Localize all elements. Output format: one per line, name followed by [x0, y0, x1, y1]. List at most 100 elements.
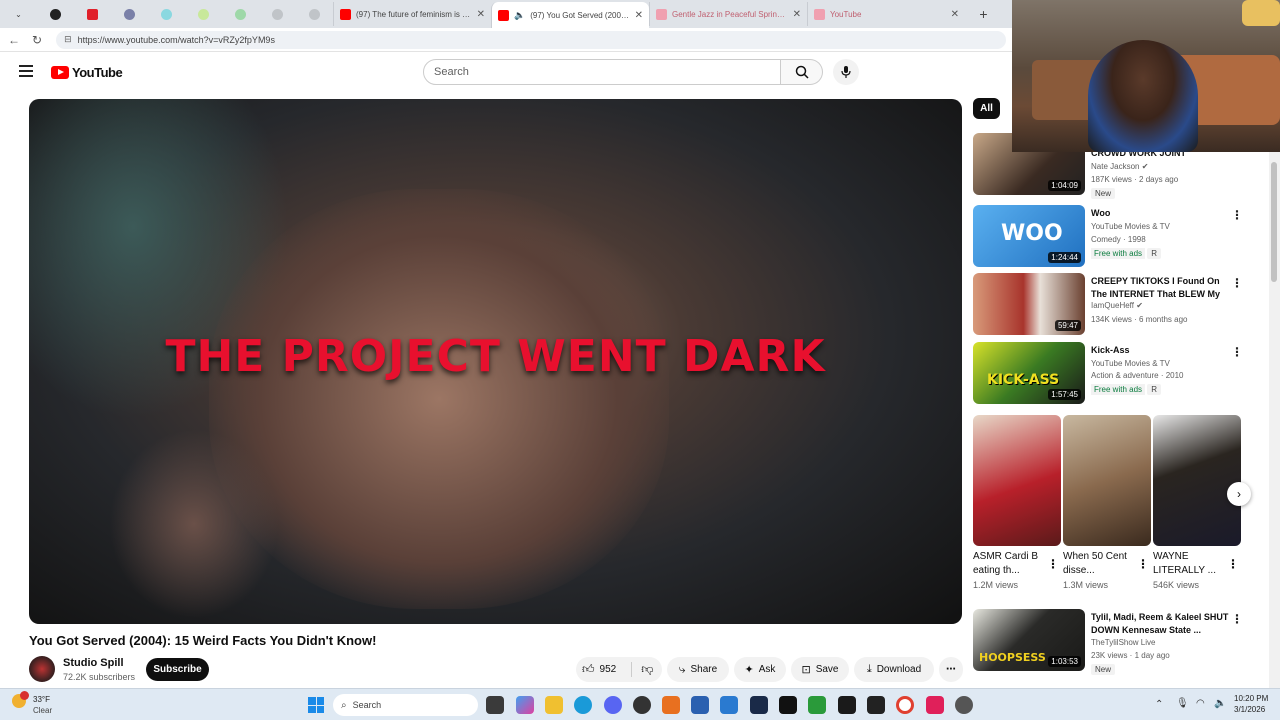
- share-button[interactable]: ⤷ Share: [667, 657, 729, 682]
- like-count[interactable]: 952: [600, 664, 617, 675]
- tab-feminism[interactable]: (97) The future of feminism is goi ✕: [333, 2, 491, 26]
- app-icon[interactable]: [662, 696, 680, 714]
- short-item[interactable]: When 50 Cent disse... 1.3M views ⋮: [1063, 415, 1151, 590]
- short-item[interactable]: WAYNE LITERALLY ... 546K views ⋮: [1153, 415, 1241, 590]
- app-icon[interactable]: [720, 696, 738, 714]
- more-vertical-icon[interactable]: ⋮: [1231, 277, 1243, 289]
- channel-name[interactable]: TheTylilShow Live: [1091, 638, 1155, 647]
- app-icon[interactable]: [691, 696, 709, 714]
- short-thumbnail[interactable]: [1063, 415, 1151, 546]
- more-vertical-icon[interactable]: ⋮: [1231, 346, 1243, 358]
- short-thumbnail[interactable]: [1153, 415, 1241, 546]
- video-title[interactable]: Woo: [1091, 207, 1229, 220]
- rockstar-icon[interactable]: [838, 696, 856, 714]
- obs-icon[interactable]: [633, 696, 651, 714]
- microphone-icon[interactable]: 🎙︎: [1176, 698, 1189, 709]
- youtube-logo[interactable]: YouTube: [51, 65, 123, 80]
- close-tab-icon[interactable]: ✕: [951, 9, 959, 20]
- chrome-icon[interactable]: [896, 696, 914, 714]
- search-button[interactable]: [781, 59, 823, 85]
- close-tab-icon[interactable]: ✕: [635, 10, 643, 21]
- video-title[interactable]: CREEPY TIKTOKS I Found On The INTERNET T…: [1091, 275, 1229, 301]
- app-icon[interactable]: [867, 696, 885, 714]
- clock-time[interactable]: 10:20 PM: [1234, 694, 1268, 703]
- ask-button[interactable]: ✦ Ask: [734, 657, 786, 682]
- short-item[interactable]: ASMR Cardi B eating th... 1.2M views ⋮: [973, 415, 1061, 590]
- task-view-icon[interactable]: [486, 696, 504, 714]
- channel-name[interactable]: YouTube Movies & TV: [1091, 222, 1170, 231]
- steam-icon[interactable]: [750, 696, 768, 714]
- tab-list-button[interactable]: ⌄: [0, 2, 37, 26]
- pinned-tab[interactable]: [111, 2, 148, 26]
- related-video[interactable]: HOOPSESS 1:03:53 Tylil, Madi, Reem & Kal…: [973, 609, 1253, 675]
- close-tab-icon[interactable]: ✕: [793, 9, 801, 20]
- copilot-icon[interactable]: [516, 696, 534, 714]
- channel-name[interactable]: IamQueHeff: [1091, 301, 1134, 310]
- speaker-icon[interactable]: 🔈: [514, 10, 525, 21]
- thumbs-down-icon[interactable]: 👎︎: [641, 662, 653, 677]
- short-title[interactable]: When 50 Cent disse...: [1063, 550, 1133, 578]
- video-title[interactable]: Kick-Ass: [1091, 344, 1229, 357]
- pinned-tab[interactable]: [296, 2, 333, 26]
- channel-name[interactable]: Studio Spill: [63, 657, 124, 669]
- windows-start-icon[interactable]: [308, 697, 324, 713]
- weather-temp[interactable]: 33°F: [33, 695, 50, 704]
- chevron-up-icon[interactable]: ⌃: [1155, 699, 1163, 710]
- discord-icon[interactable]: [604, 696, 622, 714]
- pinned-tab[interactable]: [185, 2, 222, 26]
- clock-date[interactable]: 3/1/2026: [1234, 705, 1265, 714]
- pinned-tab[interactable]: [222, 2, 259, 26]
- short-title[interactable]: WAYNE LITERALLY ...: [1153, 550, 1223, 578]
- voice-search-button[interactable]: [833, 59, 859, 85]
- pinned-tab[interactable]: [148, 2, 185, 26]
- video-title[interactable]: Tylil, Madi, Reem & Kaleel SHUT DOWN Ken…: [1091, 611, 1229, 637]
- search-input[interactable]: Search: [423, 59, 781, 85]
- chip-all[interactable]: All: [973, 98, 1000, 119]
- hamburger-menu-icon[interactable]: [19, 65, 33, 77]
- video-thumbnail[interactable]: KICK-ASS 1:57:45: [973, 342, 1085, 404]
- settings-gear-icon[interactable]: [955, 696, 973, 714]
- close-tab-icon[interactable]: ✕: [477, 9, 485, 20]
- thumbs-up-icon[interactable]: 👍︎: [582, 662, 595, 677]
- volume-icon[interactable]: 🔈: [1214, 698, 1226, 709]
- subscribe-button[interactable]: Subscribe: [146, 658, 209, 681]
- save-button[interactable]: ⊡ Save: [791, 657, 849, 682]
- related-video[interactable]: WOO 1:24:44 Woo ⋮ YouTube Movies & TV Co…: [973, 205, 1253, 269]
- pinned-tab[interactable]: [259, 2, 296, 26]
- short-title[interactable]: ASMR Cardi B eating th...: [973, 550, 1043, 578]
- more-actions-button[interactable]: ⋯: [939, 657, 963, 682]
- related-video[interactable]: 59:47 CREEPY TIKTOKS I Found On The INTE…: [973, 273, 1253, 337]
- tab-gentle-jazz[interactable]: Gentle Jazz in Peaceful Spring for ✕: [649, 2, 807, 26]
- pinned-tab[interactable]: [74, 2, 111, 26]
- more-vertical-icon[interactable]: ⋮: [1227, 557, 1239, 571]
- new-tab-button[interactable]: +: [965, 2, 1002, 26]
- pinned-tab[interactable]: [37, 2, 74, 26]
- taskbar-search-input[interactable]: ⌕ Search: [333, 694, 478, 716]
- edge-browser-icon[interactable]: [574, 696, 592, 714]
- tab-youtube[interactable]: YouTube ✕: [807, 2, 965, 26]
- more-vertical-icon[interactable]: ⋮: [1231, 613, 1243, 625]
- video-thumbnail[interactable]: HOOPSESS 1:03:53: [973, 609, 1085, 671]
- more-vertical-icon[interactable]: ⋮: [1047, 557, 1059, 571]
- page-scrollbar[interactable]: [1269, 152, 1280, 688]
- shorts-next-button[interactable]: ›: [1227, 482, 1251, 506]
- network-icon[interactable]: ◠: [1196, 698, 1205, 709]
- video-player[interactable]: THE PROJECT WENT DARK: [29, 99, 962, 624]
- site-info-icon[interactable]: ⊟: [64, 34, 72, 45]
- video-thumbnail[interactable]: WOO 1:24:44: [973, 205, 1085, 267]
- channel-avatar[interactable]: [29, 656, 55, 682]
- app-icon[interactable]: [926, 696, 944, 714]
- download-button[interactable]: ⤓ Download: [854, 657, 934, 682]
- channel-name[interactable]: Nate Jackson: [1091, 162, 1139, 171]
- xbox-icon[interactable]: [808, 696, 826, 714]
- short-thumbnail[interactable]: [973, 415, 1061, 546]
- file-explorer-icon[interactable]: [545, 696, 563, 714]
- channel-name[interactable]: YouTube Movies & TV: [1091, 359, 1170, 368]
- video-thumbnail[interactable]: 59:47: [973, 273, 1085, 335]
- related-video[interactable]: KICK-ASS 1:57:45 Kick-Ass ⋮ YouTube Movi…: [973, 342, 1253, 406]
- tiktok-icon[interactable]: [779, 696, 797, 714]
- more-vertical-icon[interactable]: ⋮: [1137, 557, 1149, 571]
- tab-you-got-served[interactable]: 🔈 (97) You Got Served (2004): 15 ✕: [491, 2, 649, 28]
- back-arrow-icon[interactable]: ←: [8, 33, 20, 47]
- more-vertical-icon[interactable]: ⋮: [1231, 209, 1243, 221]
